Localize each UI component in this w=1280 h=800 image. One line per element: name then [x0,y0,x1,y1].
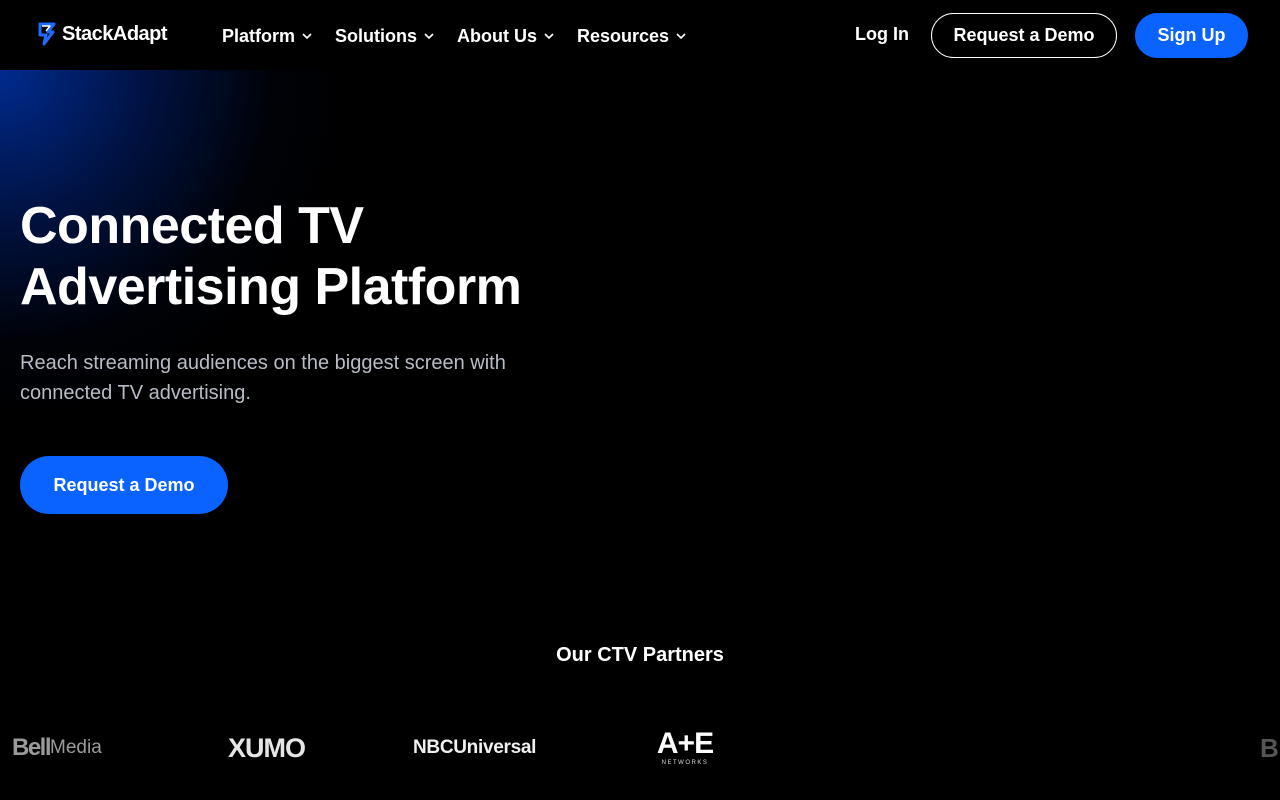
partners-heading: Our CTV Partners [556,644,724,666]
top-navigation-bar: StackAdapt Platform Solutions About Us R… [0,0,1280,70]
hero-title: Connected TV Advertising Platform [20,196,580,318]
hero-subtitle-line: connected TV advertising. [20,382,251,404]
sign-up-button[interactable]: Sign Up [1135,13,1248,58]
bell-media-logo-subtext: Media [50,737,102,758]
hero-title-line: Advertising Platform [20,258,522,316]
hero-subtitle: Reach streaming audiences on the biggest… [20,348,540,408]
nav-item-platform[interactable]: Platform [222,24,313,48]
hero-subtitle-line: Reach streaming audiences on the biggest… [20,352,506,374]
chevron-down-icon [424,33,434,40]
nav-item-label: Solutions [335,25,418,46]
nav-item-label: About Us [457,25,538,46]
login-link[interactable]: Log In [855,24,909,45]
chevron-down-icon [676,33,686,40]
ae-logo-text: A+E [656,727,714,760]
hero-title-line: Connected TV [20,197,364,255]
nav-item-solutions[interactable]: Solutions [335,24,435,48]
bell-media-logo: Bell Media [12,728,102,768]
bell-media-logo-text: Bell [12,734,52,761]
nav-item-resources[interactable]: Resources [577,24,687,48]
nav-item-about-us[interactable]: About Us [457,24,555,48]
request-demo-button[interactable]: Request a Demo [931,13,1117,58]
main-nav: Platform Solutions About Us Resources [222,24,709,48]
chevron-down-icon [302,33,312,40]
stackadapt-logo[interactable]: StackAdapt [36,22,168,46]
stackadapt-logo-icon [38,22,56,46]
brand-name: StackAdapt [62,22,168,45]
ae-logo-subtext: NETWORKS [661,760,709,766]
hero-request-demo-button[interactable]: Request a Demo [20,456,228,514]
chevron-down-icon [544,33,554,40]
nbcuniversal-logo: NBCUniversal [413,737,537,758]
xumo-logo: XUMO [228,732,306,763]
ae-networks-logo: A+E NETWORKS [655,728,715,768]
nav-item-label: Resources [577,25,670,46]
nav-item-label: Platform [222,25,296,46]
partner-logo-cropped: B [1260,732,1279,763]
